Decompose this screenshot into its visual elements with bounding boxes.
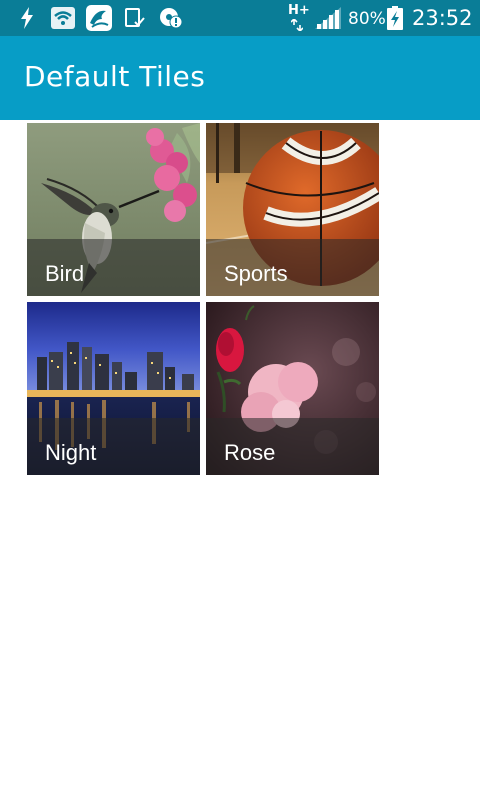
- tile-label-rose: Rose: [224, 440, 276, 465]
- tile-bird[interactable]: Bird: [27, 123, 200, 296]
- tile-label-night: Night: [45, 440, 97, 465]
- battery-charging-icon: [386, 6, 404, 30]
- page-title: Default Tiles: [24, 60, 206, 93]
- signal-icon: [314, 6, 342, 30]
- tile-label-bird: Bird: [45, 261, 85, 286]
- tile-label-sports: Sports: [224, 261, 288, 286]
- tile-rose[interactable]: Rose: [206, 302, 379, 475]
- battery-percent: 80%: [348, 9, 386, 29]
- task-icon: [123, 6, 147, 30]
- app-notification-icon: [85, 5, 113, 31]
- alert-icon: [158, 6, 184, 30]
- network-type: H+: [288, 3, 310, 18]
- status-bar: H+ 80% 23:52: [0, 0, 480, 36]
- app-bar: Default Tiles: [0, 36, 480, 120]
- clock: 23:52: [412, 6, 473, 30]
- wifi-icon: [50, 6, 76, 30]
- tile-night[interactable]: Night: [27, 302, 200, 475]
- tile-grid: Bird Sports Night Rose: [27, 123, 379, 475]
- data-arrows-icon: [290, 19, 304, 31]
- tile-sports[interactable]: Sports: [206, 123, 379, 296]
- flash-icon: [18, 6, 36, 30]
